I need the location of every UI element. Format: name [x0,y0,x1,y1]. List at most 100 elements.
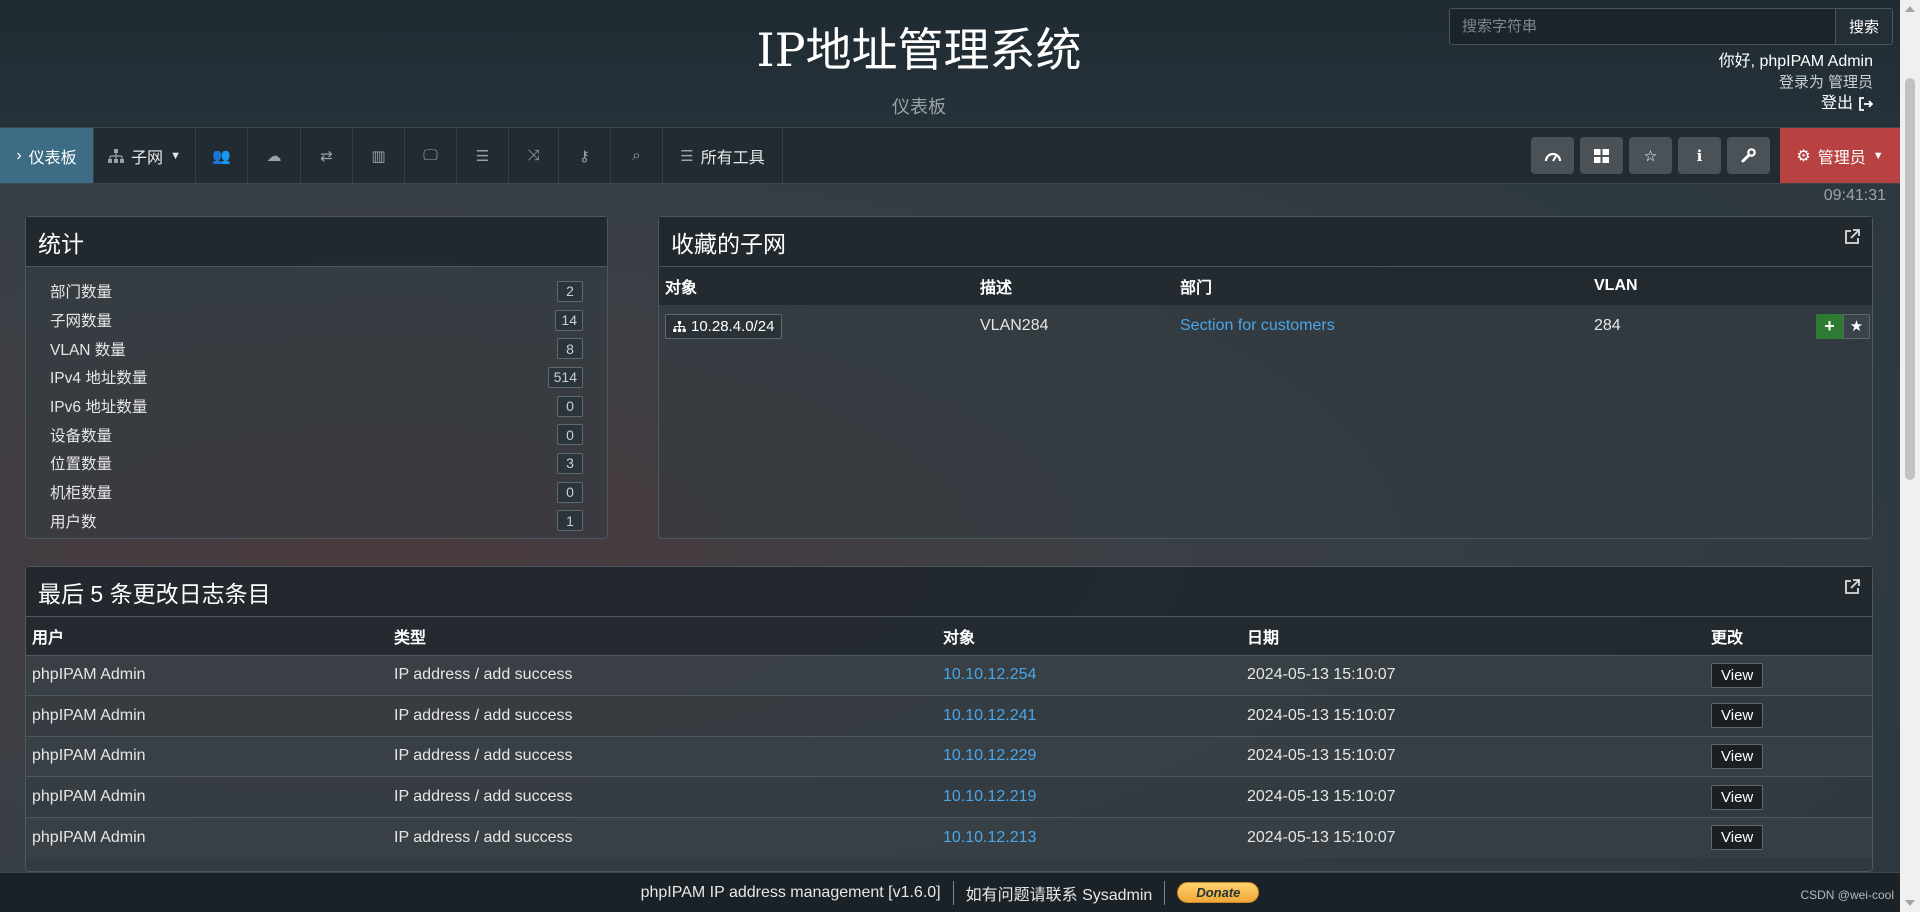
col-description[interactable]: 描述 [974,267,1174,305]
page-header: IP地址管理系统 仪表板 搜索 你好, phpIPAM Admin 登录为 管理… [0,0,1900,127]
logout-link[interactable]: 登出 [1821,94,1873,114]
stat-row[interactable]: 设备数量 0 [50,420,583,449]
chevron-right-icon: › [16,146,22,164]
nav-devices[interactable]: 🖵 [405,128,457,183]
col-object[interactable]: 对象 [659,267,974,305]
stat-label: 子网数量 [50,313,113,331]
nav-cloud[interactable]: ☁ [248,128,301,183]
col-changes[interactable]: 更改 [1705,617,1872,655]
scroll-down-arrow-icon[interactable] [1905,900,1915,906]
stat-row[interactable]: 位置数量 3 [50,449,583,478]
info-button[interactable]: i [1678,137,1721,174]
nav-dashboard-label: 仪表板 [28,149,77,167]
col-date[interactable]: 日期 [1241,617,1705,655]
stat-row[interactable]: VLAN 数量 8 [50,334,583,363]
scroll-thumb[interactable] [1905,78,1915,480]
col-type[interactable]: 类型 [388,617,937,655]
page-scrollbar[interactable] [1900,0,1920,912]
logout-label: 登出 [1820,95,1853,112]
view-button[interactable]: View [1711,825,1764,851]
nav-keys[interactable]: ⚷ [559,128,611,183]
col-actions [1788,267,1872,305]
col-vlan[interactable]: VLAN [1588,267,1788,305]
tools-button[interactable] [1727,137,1770,174]
sitemap-icon [108,148,125,163]
view-button[interactable]: View [1711,703,1764,729]
log-object-link[interactable]: 10.10.12.254 [943,666,1036,683]
caret-down-icon: ▼ [1872,149,1884,162]
table-row: phpIPAM Admin IP address / add success 1… [26,776,1872,818]
log-type: IP address / add success [388,735,937,777]
col-section[interactable]: 部门 [1174,267,1588,305]
table-row: phpIPAM Admin IP address / add success 1… [26,695,1872,737]
admin-menu-button[interactable]: ⚙ 管理员 ▼ [1780,128,1900,183]
view-button[interactable]: View [1711,743,1764,769]
gear-icon: ⚙ [1796,147,1811,165]
view-button[interactable]: View [1711,662,1764,688]
nav-dashboard[interactable]: › 仪表板 [0,128,94,183]
nav-subnets[interactable]: 子网 ▼ [94,128,196,183]
nav-locations[interactable]: ▥ [353,128,405,183]
nav-random[interactable]: ⤨ [509,128,559,183]
search-icon: ⌕ [632,147,641,164]
col-user[interactable]: 用户 [26,617,388,655]
log-object-link[interactable]: 10.10.12.229 [943,747,1036,764]
log-date: 2024-05-13 15:10:07 [1241,695,1705,737]
stat-row[interactable]: IPv4 地址数量 514 [50,363,583,392]
external-link-icon[interactable] [1843,228,1861,246]
view-button[interactable]: View [1711,784,1764,810]
log-user: phpIPAM Admin [26,695,388,737]
nav-nat[interactable]: ⇄ [301,128,353,183]
log-user: phpIPAM Admin [26,735,388,777]
users-icon: 👥 [212,147,231,165]
col-object[interactable]: 对象 [937,617,1241,655]
stat-row[interactable]: 机柜数量 0 [50,478,583,507]
stat-row[interactable]: 部门数量 2 [50,277,583,306]
widgets-button[interactable] [1580,137,1623,174]
subnet-link[interactable]: 10.28.4.0/24 [665,313,783,339]
footer-version[interactable]: phpIPAM IP address management [v1.6.0] [641,884,941,902]
log-type: IP address / add success [388,816,937,858]
stat-row[interactable]: 用户数 1 [50,507,583,536]
changelog-title: 最后 5 条更改日志条目 [38,580,271,607]
stats-panel: 统计 部门数量 2 子网数量 14 VLAN 数量 8 IPv4 地址数量 514 IP… [25,216,608,539]
search-button[interactable]: 搜索 [1835,9,1892,44]
log-object-link[interactable]: 10.10.12.213 [943,829,1036,846]
table-row: phpIPAM Admin IP address / add success 1… [26,654,1872,696]
favorites-button[interactable]: ☆ [1629,137,1672,174]
scroll-up-arrow-icon[interactable] [1905,6,1915,12]
wrench-icon [1741,148,1756,163]
stat-row[interactable]: IPv6 地址数量 0 [50,392,583,421]
log-user: phpIPAM Admin [26,654,388,696]
log-object-link[interactable]: 10.10.12.219 [943,788,1036,805]
nav-search[interactable]: ⌕ [611,128,663,183]
nav-all-tools[interactable]: ☰ 所有工具 [663,128,783,183]
section-link[interactable]: Section for customers [1180,317,1335,334]
caret-down-icon: ▼ [170,149,181,162]
stat-label: IPv4 地址数量 [50,370,148,388]
search-form: 搜索 [1449,8,1893,45]
nav-all-tools-label: 所有工具 [700,149,765,167]
dashboard-button[interactable] [1531,137,1574,174]
footer-contact[interactable]: 如有问题请联系 Sysadmin [966,881,1153,905]
table-row: 10.28.4.0/24 VLAN284 Section for custome… [659,305,1872,347]
stat-row[interactable]: 子网数量 14 [50,306,583,335]
add-address-button[interactable]: + [1816,313,1843,339]
changelog-panel: 最后 5 条更改日志条目 用户 类型 对象 日期 更改 phpIPAM Admi… [25,566,1873,872]
admin-menu-label: 管理员 [1817,149,1866,167]
donate-button[interactable]: Donate [1177,882,1260,903]
search-input[interactable] [1450,9,1835,44]
nav-list[interactable]: ☰ [457,128,509,183]
stat-count-badge: 3 [557,452,583,474]
grid-icon [1594,148,1609,163]
nav-groups[interactable]: 👥 [196,128,248,183]
key-icon: ⚷ [579,147,590,165]
log-object-link[interactable]: 10.10.12.241 [943,707,1036,724]
unfavorite-button[interactable]: ★ [1843,313,1870,339]
footer-divider [952,880,954,905]
log-type: IP address / add success [388,654,937,696]
clock: 09:41:31 [1823,187,1886,204]
log-user: phpIPAM Admin [26,776,388,818]
external-link-icon[interactable] [1843,578,1861,596]
stat-count-badge: 0 [557,424,583,446]
